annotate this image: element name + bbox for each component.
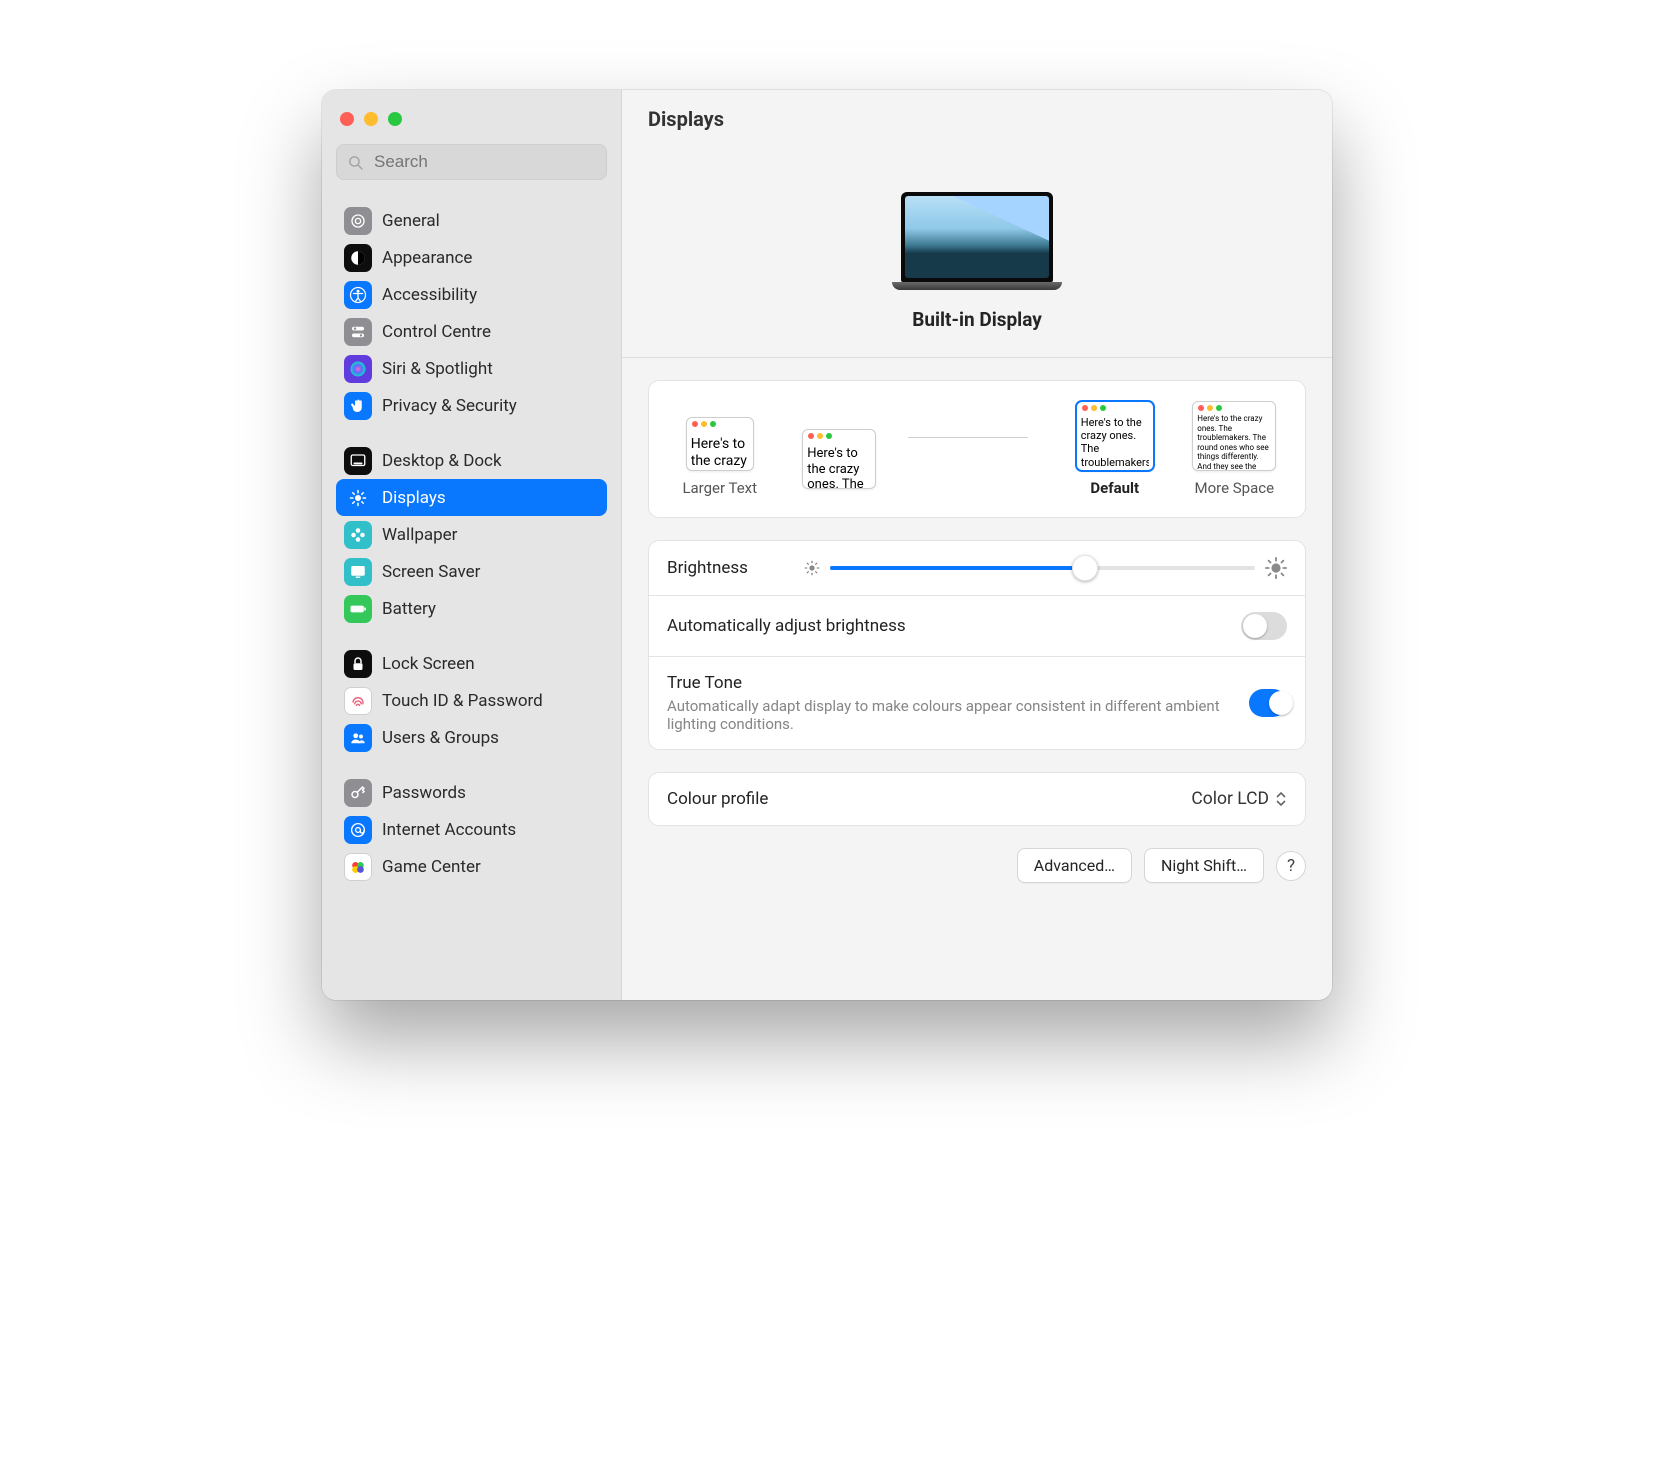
auto-brightness-label: Automatically adjust brightness: [667, 616, 906, 636]
hand-icon: [344, 392, 372, 420]
brightness-panel: Brightness Automatically adjust brightne…: [648, 540, 1306, 750]
true-tone-toggle[interactable]: [1249, 689, 1287, 717]
people-icon: [344, 724, 372, 752]
search-field[interactable]: [372, 151, 596, 173]
colour-profile-panel: Colour profile Color LCD: [648, 772, 1306, 826]
true-tone-label: True Tone: [667, 673, 1233, 693]
colour-profile-select[interactable]: Color LCD: [1191, 789, 1287, 809]
sidebar-item-label: Appearance: [382, 248, 472, 268]
sidebar-item-privacy[interactable]: Privacy & Security: [336, 387, 607, 424]
sidebar-item-label: General: [382, 211, 440, 231]
question-icon: ?: [1287, 856, 1295, 876]
resolution-thumb: Here's to the crazy ones. The troublemak…: [1076, 401, 1154, 471]
switches-icon: [344, 318, 372, 346]
resolution-thumb: Here's to the crazy ones. The troublemak…: [802, 429, 876, 489]
resolution-panel: Here's to the crazy ones. The troublemak…: [648, 380, 1306, 518]
sidebar-item-lockscreen[interactable]: Lock Screen: [336, 645, 607, 682]
footer-actions: Advanced… Night Shift… ?: [648, 848, 1306, 883]
true-tone-description: Automatically adapt display to make colo…: [667, 697, 1233, 733]
zoom-window-button[interactable]: [388, 112, 402, 126]
sidebar-item-accessibility[interactable]: Accessibility: [336, 276, 607, 313]
night-shift-button[interactable]: Night Shift…: [1144, 848, 1264, 883]
window-controls: [340, 112, 607, 126]
battery-icon: [344, 595, 372, 623]
system-settings-window: General Appearance Accessibility Control Ce…: [322, 90, 1332, 1000]
sidebar-item-label: Control Centre: [382, 322, 491, 342]
brightness-slider[interactable]: [830, 558, 1255, 578]
sidebar-item-gamecenter[interactable]: Game Center: [336, 848, 607, 885]
brightness-label: Brightness: [667, 558, 748, 578]
gear-icon: [344, 207, 372, 235]
sidebar-item-label: Lock Screen: [382, 654, 475, 674]
search-input[interactable]: [336, 144, 607, 180]
minimize-window-button[interactable]: [364, 112, 378, 126]
sidebar-item-label: Game Center: [382, 857, 481, 877]
brightness-high-icon: [1265, 557, 1287, 579]
sidebar-item-label: Desktop & Dock: [382, 451, 502, 471]
sidebar-item-internet[interactable]: Internet Accounts: [336, 811, 607, 848]
resolution-option-default[interactable]: Here's to the crazy ones. The troublemak…: [1064, 401, 1166, 497]
sidebar-item-label: Siri & Spotlight: [382, 359, 493, 379]
sidebar-item-screensaver[interactable]: Screen Saver: [336, 553, 607, 590]
auto-brightness-toggle[interactable]: [1241, 612, 1287, 640]
help-button[interactable]: ?: [1276, 851, 1306, 881]
key-icon: [344, 779, 372, 807]
accessibility-icon: [344, 281, 372, 309]
resolution-divider: [908, 437, 1028, 438]
colour-profile-value: Color LCD: [1191, 789, 1269, 809]
brightness-icon: [344, 484, 372, 512]
advanced-button[interactable]: Advanced…: [1017, 848, 1132, 883]
sidebar-item-general[interactable]: General: [336, 202, 607, 239]
resolution-option-more[interactable]: Here's to the crazy ones. The troublemak…: [1184, 401, 1286, 497]
sidebar-item-users[interactable]: Users & Groups: [336, 719, 607, 756]
sidebar-item-displays[interactable]: Displays: [336, 479, 607, 516]
close-window-button[interactable]: [340, 112, 354, 126]
sidebar-item-battery[interactable]: Battery: [336, 590, 607, 627]
sidebar-item-label: Screen Saver: [382, 562, 480, 582]
resolution-thumb: Here's to the crazy ones. The troublemak…: [1192, 401, 1276, 471]
gamecenter-icon: [344, 853, 372, 881]
sidebar-item-label: Users & Groups: [382, 728, 499, 748]
sidebar-item-label: Passwords: [382, 783, 466, 803]
resolution-option-label: More Space: [1194, 479, 1274, 497]
sidebar-item-label: Touch ID & Password: [382, 691, 543, 711]
resolution-thumb: Here's to the crazy ones. The troublemak…: [686, 417, 754, 471]
siri-icon: [344, 355, 372, 383]
page-title: Displays: [622, 90, 1332, 148]
sidebar-item-label: Battery: [382, 599, 436, 619]
sidebar-item-label: Privacy & Security: [382, 396, 517, 416]
sidebar-item-desktop[interactable]: Desktop & Dock: [336, 442, 607, 479]
lock-icon: [344, 650, 372, 678]
sidebar: General Appearance Accessibility Control Ce…: [322, 90, 622, 1000]
resolution-option-larger[interactable]: Here's to the crazy ones. The troublemak…: [669, 417, 771, 497]
sidebar-item-passwords[interactable]: Passwords: [336, 774, 607, 811]
resolution-option-medium[interactable]: Here's to the crazy ones. The troublemak…: [789, 429, 891, 497]
sidebar-item-controlcentre[interactable]: Control Centre: [336, 313, 607, 350]
display-preview: [892, 192, 1062, 296]
display-name: Built-in Display: [912, 308, 1042, 331]
resolution-option-label: Larger Text: [682, 479, 757, 497]
display-hero: Built-in Display: [622, 148, 1332, 358]
sidebar-item-siri[interactable]: Siri & Spotlight: [336, 350, 607, 387]
resolution-option-label: Default: [1090, 479, 1139, 497]
sidebar-item-label: Wallpaper: [382, 525, 457, 545]
appearance-icon: [344, 244, 372, 272]
sidebar-item-label: Internet Accounts: [382, 820, 516, 840]
main-pane: Displays Built-in Display Here's to the …: [622, 90, 1332, 1000]
sidebar-item-wallpaper[interactable]: Wallpaper: [336, 516, 607, 553]
screensaver-icon: [344, 558, 372, 586]
chevron-updown-icon: [1275, 791, 1287, 807]
search-icon: [347, 154, 364, 171]
sidebar-item-appearance[interactable]: Appearance: [336, 239, 607, 276]
fingerprint-icon: [344, 687, 372, 715]
sidebar-item-label: Displays: [382, 488, 446, 508]
sidebar-item-touchid[interactable]: Touch ID & Password: [336, 682, 607, 719]
flower-icon: [344, 521, 372, 549]
at-icon: [344, 816, 372, 844]
colour-profile-label: Colour profile: [667, 789, 768, 809]
sidebar-item-label: Accessibility: [382, 285, 477, 305]
brightness-low-icon: [804, 560, 820, 576]
dock-icon: [344, 447, 372, 475]
